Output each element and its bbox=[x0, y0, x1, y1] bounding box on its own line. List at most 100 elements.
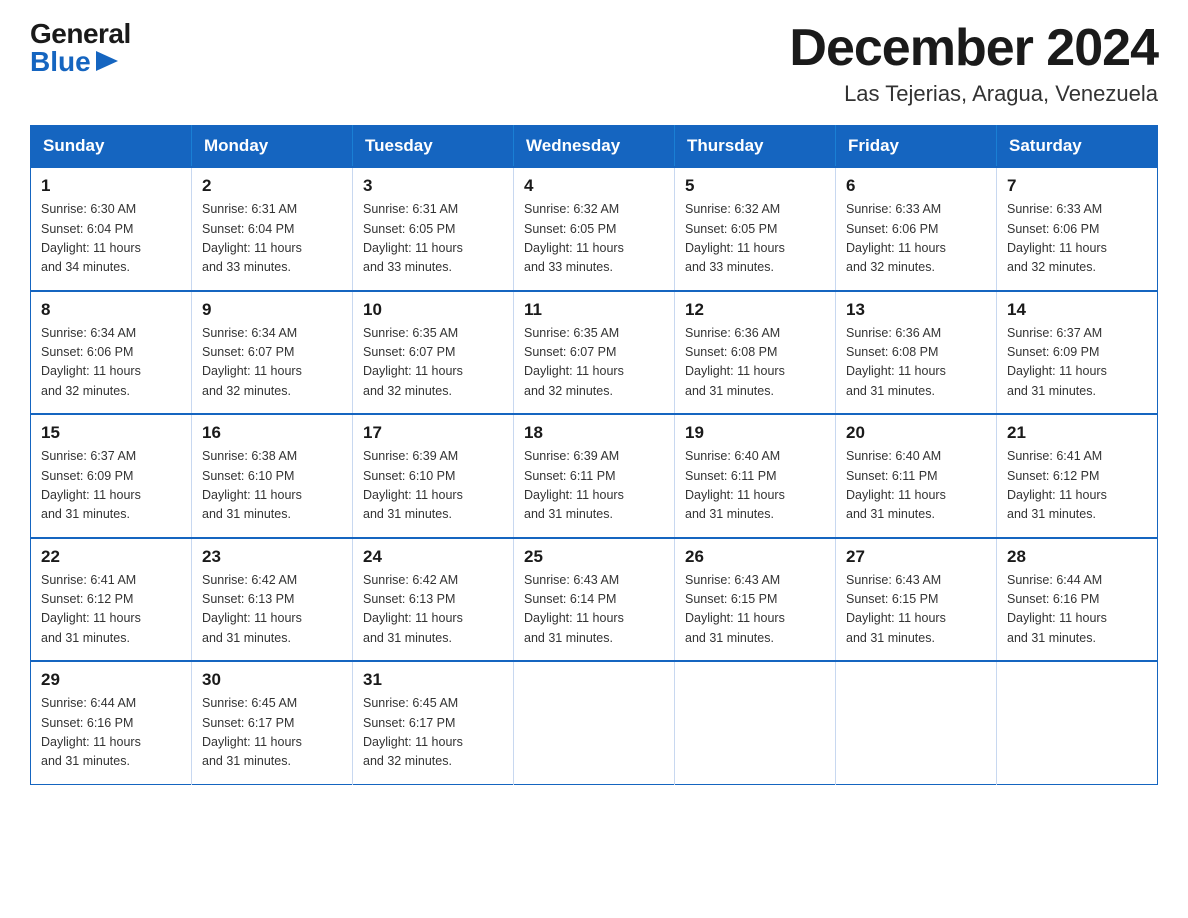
day-number: 2 bbox=[202, 176, 342, 196]
day-info: Sunrise: 6:42 AMSunset: 6:13 PMDaylight:… bbox=[202, 571, 342, 649]
day-number: 17 bbox=[363, 423, 503, 443]
day-info: Sunrise: 6:39 AMSunset: 6:11 PMDaylight:… bbox=[524, 447, 664, 525]
day-number: 7 bbox=[1007, 176, 1147, 196]
calendar-cell: 1 Sunrise: 6:30 AMSunset: 6:04 PMDaylight… bbox=[31, 167, 192, 291]
day-info: Sunrise: 6:34 AMSunset: 6:07 PMDaylight:… bbox=[202, 324, 342, 402]
logo-triangle-icon bbox=[96, 51, 118, 71]
calendar-cell: 19 Sunrise: 6:40 AMSunset: 6:11 PMDayligh… bbox=[675, 414, 836, 538]
calendar-cell: 12Sunrise: 6:36 AMSunset: 6:08 PMDayligh… bbox=[675, 291, 836, 415]
day-number: 11 bbox=[524, 300, 664, 320]
day-info: Sunrise: 6:41 AMSunset: 6:12 PMDaylight:… bbox=[41, 571, 181, 649]
day-info: Sunrise: 6:32 AMSunset: 6:05 PMDaylight:… bbox=[685, 200, 825, 278]
day-number: 5 bbox=[685, 176, 825, 196]
day-info: Sunrise: 6:45 AMSunset: 6:17 PMDaylight:… bbox=[363, 694, 503, 772]
day-number: 21 bbox=[1007, 423, 1147, 443]
calendar-cell: 15 Sunrise: 6:37 AMSunset: 6:09 PMDayligh… bbox=[31, 414, 192, 538]
day-number: 13 bbox=[846, 300, 986, 320]
calendar-cell bbox=[675, 661, 836, 784]
logo: General Blue bbox=[30, 20, 131, 76]
day-info: Sunrise: 6:33 AMSunset: 6:06 PMDaylight:… bbox=[1007, 200, 1147, 278]
day-info: Sunrise: 6:41 AMSunset: 6:12 PMDaylight:… bbox=[1007, 447, 1147, 525]
day-number: 28 bbox=[1007, 547, 1147, 567]
calendar-cell: 23 Sunrise: 6:42 AMSunset: 6:13 PMDayligh… bbox=[192, 538, 353, 662]
calendar-cell: 22 Sunrise: 6:41 AMSunset: 6:12 PMDayligh… bbox=[31, 538, 192, 662]
day-number: 24 bbox=[363, 547, 503, 567]
calendar-week-row: 8Sunrise: 6:34 AMSunset: 6:06 PMDaylight… bbox=[31, 291, 1158, 415]
day-info: Sunrise: 6:43 AMSunset: 6:14 PMDaylight:… bbox=[524, 571, 664, 649]
calendar-cell: 14 Sunrise: 6:37 AMSunset: 6:09 PMDayligh… bbox=[997, 291, 1158, 415]
calendar-cell: 31 Sunrise: 6:45 AMSunset: 6:17 PMDayligh… bbox=[353, 661, 514, 784]
day-info: Sunrise: 6:35 AMSunset: 6:07 PMDaylight:… bbox=[363, 324, 503, 402]
day-info: Sunrise: 6:30 AMSunset: 6:04 PMDaylight:… bbox=[41, 200, 181, 278]
page-title: December 2024 bbox=[789, 20, 1158, 77]
title-block: December 2024 Las Tejerias, Aragua, Vene… bbox=[789, 20, 1158, 107]
day-number: 1 bbox=[41, 176, 181, 196]
calendar-cell: 25 Sunrise: 6:43 AMSunset: 6:14 PMDayligh… bbox=[514, 538, 675, 662]
calendar-cell: 30Sunrise: 6:45 AMSunset: 6:17 PMDayligh… bbox=[192, 661, 353, 784]
day-number: 26 bbox=[685, 547, 825, 567]
calendar-cell: 11 Sunrise: 6:35 AMSunset: 6:07 PMDayligh… bbox=[514, 291, 675, 415]
day-number: 14 bbox=[1007, 300, 1147, 320]
calendar-cell: 24 Sunrise: 6:42 AMSunset: 6:13 PMDayligh… bbox=[353, 538, 514, 662]
calendar-cell: 8Sunrise: 6:34 AMSunset: 6:06 PMDaylight… bbox=[31, 291, 192, 415]
calendar-week-row: 15 Sunrise: 6:37 AMSunset: 6:09 PMDayligh… bbox=[31, 414, 1158, 538]
page-header: General Blue December 2024 Las Tejerias,… bbox=[30, 20, 1158, 107]
header-thursday: Thursday bbox=[675, 126, 836, 168]
day-number: 16 bbox=[202, 423, 342, 443]
day-info: Sunrise: 6:37 AMSunset: 6:09 PMDaylight:… bbox=[1007, 324, 1147, 402]
day-number: 3 bbox=[363, 176, 503, 196]
day-info: Sunrise: 6:33 AMSunset: 6:06 PMDaylight:… bbox=[846, 200, 986, 278]
day-number: 27 bbox=[846, 547, 986, 567]
day-number: 29 bbox=[41, 670, 181, 690]
calendar-cell bbox=[836, 661, 997, 784]
day-number: 9 bbox=[202, 300, 342, 320]
day-info: Sunrise: 6:43 AMSunset: 6:15 PMDaylight:… bbox=[846, 571, 986, 649]
day-info: Sunrise: 6:43 AMSunset: 6:15 PMDaylight:… bbox=[685, 571, 825, 649]
day-number: 8 bbox=[41, 300, 181, 320]
calendar-table: SundayMondayTuesdayWednesdayThursdayFrid… bbox=[30, 125, 1158, 785]
day-info: Sunrise: 6:44 AMSunset: 6:16 PMDaylight:… bbox=[41, 694, 181, 772]
day-info: Sunrise: 6:31 AMSunset: 6:05 PMDaylight:… bbox=[363, 200, 503, 278]
calendar-cell bbox=[997, 661, 1158, 784]
header-monday: Monday bbox=[192, 126, 353, 168]
day-number: 31 bbox=[363, 670, 503, 690]
calendar-cell: 18Sunrise: 6:39 AMSunset: 6:11 PMDayligh… bbox=[514, 414, 675, 538]
calendar-cell: 20Sunrise: 6:40 AMSunset: 6:11 PMDayligh… bbox=[836, 414, 997, 538]
calendar-week-row: 22 Sunrise: 6:41 AMSunset: 6:12 PMDayligh… bbox=[31, 538, 1158, 662]
header-sunday: Sunday bbox=[31, 126, 192, 168]
calendar-cell: 28 Sunrise: 6:44 AMSunset: 6:16 PMDayligh… bbox=[997, 538, 1158, 662]
day-info: Sunrise: 6:40 AMSunset: 6:11 PMDaylight:… bbox=[685, 447, 825, 525]
calendar-cell: 29 Sunrise: 6:44 AMSunset: 6:16 PMDayligh… bbox=[31, 661, 192, 784]
day-info: Sunrise: 6:31 AMSunset: 6:04 PMDaylight:… bbox=[202, 200, 342, 278]
day-number: 15 bbox=[41, 423, 181, 443]
calendar-cell: 10 Sunrise: 6:35 AMSunset: 6:07 PMDayligh… bbox=[353, 291, 514, 415]
day-info: Sunrise: 6:40 AMSunset: 6:11 PMDaylight:… bbox=[846, 447, 986, 525]
day-info: Sunrise: 6:45 AMSunset: 6:17 PMDaylight:… bbox=[202, 694, 342, 772]
header-tuesday: Tuesday bbox=[353, 126, 514, 168]
day-number: 22 bbox=[41, 547, 181, 567]
day-info: Sunrise: 6:42 AMSunset: 6:13 PMDaylight:… bbox=[363, 571, 503, 649]
day-info: Sunrise: 6:35 AMSunset: 6:07 PMDaylight:… bbox=[524, 324, 664, 402]
day-info: Sunrise: 6:44 AMSunset: 6:16 PMDaylight:… bbox=[1007, 571, 1147, 649]
day-number: 4 bbox=[524, 176, 664, 196]
calendar-cell: 13Sunrise: 6:36 AMSunset: 6:08 PMDayligh… bbox=[836, 291, 997, 415]
calendar-cell: 17Sunrise: 6:39 AMSunset: 6:10 PMDayligh… bbox=[353, 414, 514, 538]
calendar-cell: 16Sunrise: 6:38 AMSunset: 6:10 PMDayligh… bbox=[192, 414, 353, 538]
calendar-week-row: 1 Sunrise: 6:30 AMSunset: 6:04 PMDaylight… bbox=[31, 167, 1158, 291]
day-info: Sunrise: 6:32 AMSunset: 6:05 PMDaylight:… bbox=[524, 200, 664, 278]
calendar-cell: 3 Sunrise: 6:31 AMSunset: 6:05 PMDaylight… bbox=[353, 167, 514, 291]
calendar-week-row: 29 Sunrise: 6:44 AMSunset: 6:16 PMDayligh… bbox=[31, 661, 1158, 784]
day-number: 10 bbox=[363, 300, 503, 320]
day-number: 23 bbox=[202, 547, 342, 567]
calendar-cell: 4 Sunrise: 6:32 AMSunset: 6:05 PMDaylight… bbox=[514, 167, 675, 291]
day-info: Sunrise: 6:37 AMSunset: 6:09 PMDaylight:… bbox=[41, 447, 181, 525]
logo-general-text: General bbox=[30, 20, 131, 48]
day-number: 25 bbox=[524, 547, 664, 567]
header-wednesday: Wednesday bbox=[514, 126, 675, 168]
day-info: Sunrise: 6:36 AMSunset: 6:08 PMDaylight:… bbox=[685, 324, 825, 402]
calendar-cell: 27 Sunrise: 6:43 AMSunset: 6:15 PMDayligh… bbox=[836, 538, 997, 662]
calendar-cell: 7 Sunrise: 6:33 AMSunset: 6:06 PMDaylight… bbox=[997, 167, 1158, 291]
calendar-cell: 6Sunrise: 6:33 AMSunset: 6:06 PMDaylight… bbox=[836, 167, 997, 291]
day-number: 19 bbox=[685, 423, 825, 443]
calendar-cell bbox=[514, 661, 675, 784]
